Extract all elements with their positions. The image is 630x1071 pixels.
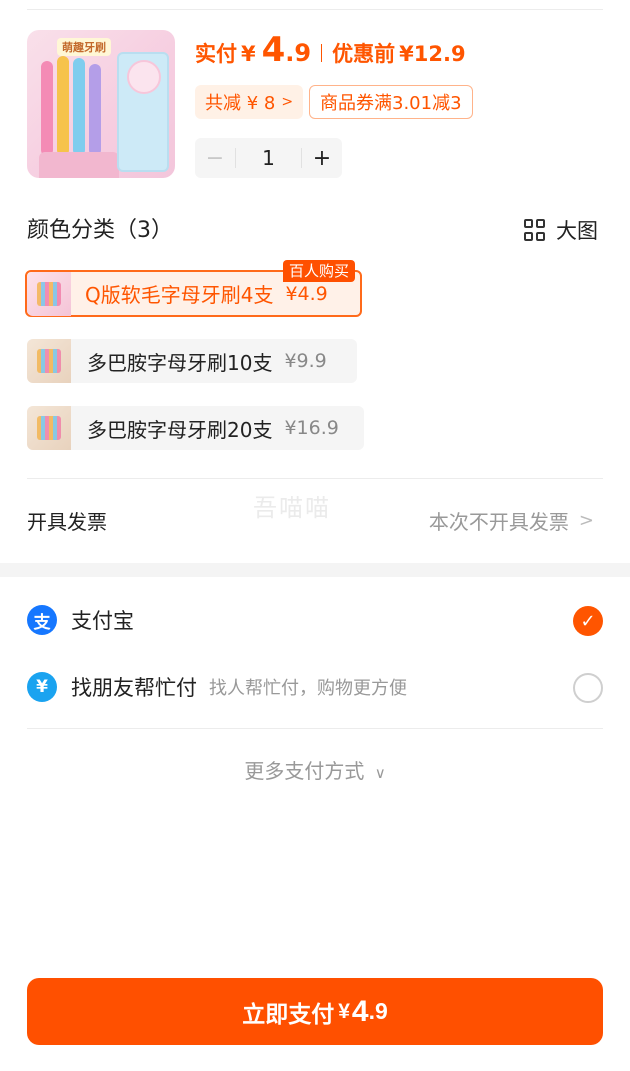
- decrease-button[interactable]: −: [195, 146, 235, 171]
- chevron-right-icon: >: [281, 94, 294, 110]
- quantity-stepper: − 1 +: [195, 138, 342, 178]
- friend-pay-radio[interactable]: [573, 673, 603, 703]
- friend-pay-icon: ¥: [27, 672, 57, 702]
- pay-button-amount-dec: .9: [368, 998, 388, 1024]
- option-name: 多巴胺字母牙刷20支: [87, 417, 273, 442]
- product-image-brand: 萌趣牙刷: [57, 38, 111, 56]
- option-thumbnail: [27, 406, 71, 450]
- discount-chip-label: 共减 ¥ 8: [205, 93, 276, 114]
- color-section-title: 颜色分类（3）: [27, 218, 173, 243]
- payment-method-alipay[interactable]: 支 支付宝: [27, 605, 134, 635]
- invoice-divider: [27, 478, 603, 479]
- invoice-value: 本次不开具发票: [428, 510, 569, 534]
- invoice-selector[interactable]: 本次不开具发票 >: [429, 506, 594, 535]
- price-currency: ¥: [241, 42, 256, 66]
- toothbrush-pink: [41, 61, 53, 156]
- payment-method-desc: 找人帮忙付，购物更方便: [209, 678, 407, 699]
- original-price: ¥12.9: [399, 42, 466, 66]
- original-price-label: 优惠前: [332, 42, 396, 66]
- color-option-2[interactable]: 多巴胺字母牙刷10支 ¥9.9: [27, 339, 357, 383]
- alipay-icon: 支: [27, 605, 57, 635]
- toothbrush-purple: [89, 64, 101, 156]
- price-line: 实付 ¥ 4 .9 优惠前 ¥12.9: [195, 30, 466, 76]
- payment-divider: [27, 728, 603, 729]
- option-name: Q版软毛字母牙刷4支: [85, 283, 274, 307]
- coupon-chip-label: 商品券满3.01减3: [320, 93, 462, 114]
- hot-tag-badge: 百人购买: [283, 260, 356, 282]
- more-payment-methods[interactable]: 更多支付方式 ∨: [0, 755, 630, 784]
- section-gap: [0, 563, 630, 577]
- chevron-right-icon: >: [578, 510, 594, 531]
- quantity-value[interactable]: 1: [235, 148, 302, 168]
- image-stand: [39, 152, 119, 178]
- chevron-down-icon: ∨: [374, 764, 386, 782]
- watermark: 吾喵喵: [253, 494, 331, 522]
- option-price: ¥9.9: [284, 350, 327, 372]
- option-thumbnail: [27, 339, 71, 383]
- big-image-toggle[interactable]: 大图: [524, 215, 598, 245]
- invoice-label: 开具发票: [27, 510, 107, 534]
- pay-button-label: 立即支付: [242, 1000, 335, 1027]
- payment-method-name: 支付宝: [71, 609, 134, 633]
- option-name: 多巴胺字母牙刷10支: [87, 350, 273, 375]
- discount-chip[interactable]: 共减 ¥ 8 >: [195, 85, 304, 119]
- pay-button-amount-int: 4: [351, 994, 369, 1028]
- toothbrush-yellow: [57, 56, 69, 156]
- toothbrush-blue: [73, 58, 85, 156]
- alipay-radio-checked[interactable]: ✓: [573, 606, 603, 636]
- payment-method-name: 找朋友帮忙付: [71, 676, 197, 700]
- option-thumbnail: [27, 271, 71, 316]
- price-integer: 4: [261, 30, 286, 70]
- bunny-mascot-icon: [127, 60, 161, 94]
- coupon-chip[interactable]: 商品券满3.01减3: [309, 85, 473, 119]
- price-decimal: .9: [285, 39, 312, 67]
- color-option-3[interactable]: 多巴胺字母牙刷20支 ¥16.9: [27, 406, 364, 450]
- price-label: 实付: [195, 42, 237, 66]
- more-payment-label: 更多支付方式: [244, 759, 365, 783]
- product-image[interactable]: 萌趣牙刷: [27, 30, 175, 178]
- option-price: ¥16.9: [284, 417, 339, 439]
- increase-button[interactable]: +: [302, 146, 342, 171]
- option-price: ¥4.9: [285, 282, 328, 305]
- pay-button-currency: ¥: [338, 999, 350, 1023]
- pay-now-button[interactable]: 立即支付 ¥ 4 .9: [27, 978, 603, 1045]
- big-image-label: 大图: [556, 219, 598, 243]
- top-divider: [27, 9, 603, 10]
- price-separator: [321, 44, 323, 62]
- grid-icon: [524, 219, 546, 241]
- payment-method-friend[interactable]: ¥ 找朋友帮忙付 找人帮忙付，购物更方便: [27, 672, 407, 702]
